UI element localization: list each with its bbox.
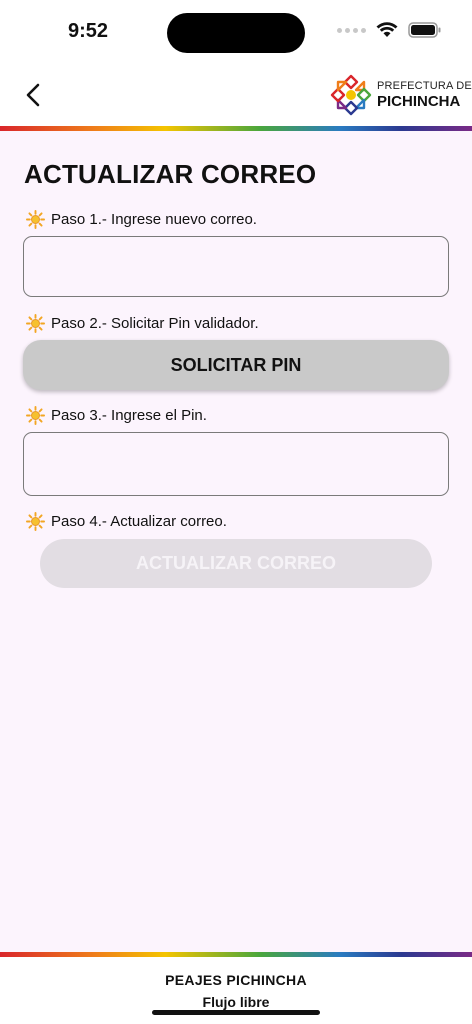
back-button[interactable] <box>18 78 48 112</box>
home-indicator[interactable] <box>152 1010 320 1015</box>
cellular-signal-icon <box>337 27 366 33</box>
step-1-label: Paso 1.- Ingrese nuevo correo. <box>51 211 257 228</box>
sun-icon <box>26 210 45 229</box>
step-4-label: Paso 4.- Actualizar correo. <box>51 513 227 530</box>
chevron-left-icon <box>26 83 40 107</box>
sun-icon <box>26 512 45 531</box>
step-3-label: Paso 3.- Ingrese el Pin. <box>51 407 207 424</box>
wifi-icon <box>376 22 398 38</box>
pin-input[interactable] <box>23 432 449 496</box>
page-title: ACTUALIZAR CORREO <box>24 159 317 189</box>
logo-text: PREFECTURA DE PICHINCHA <box>377 80 472 110</box>
sun-icon <box>26 314 45 333</box>
step-4: Paso 4.- Actualizar correo. <box>26 512 227 531</box>
step-3: Paso 3.- Ingrese el Pin. <box>26 406 207 425</box>
update-email-button[interactable]: ACTUALIZAR CORREO <box>40 539 432 588</box>
dynamic-island <box>167 13 305 53</box>
status-bar: 9:52 <box>0 0 472 64</box>
status-icons <box>337 22 442 38</box>
logo-line2: PICHINCHA <box>377 93 461 110</box>
pichincha-logo-icon <box>330 74 372 116</box>
request-pin-button[interactable]: SOLICITAR PIN <box>23 340 449 390</box>
prefectura-logo: PREFECTURA DE PICHINCHA <box>330 74 472 116</box>
email-input[interactable] <box>23 236 449 297</box>
app-header: PREFECTURA DE PICHINCHA <box>0 64 472 126</box>
footer-title: PEAJES PICHINCHA <box>165 972 307 988</box>
step-1: Paso 1.- Ingrese nuevo correo. <box>26 210 257 229</box>
sun-icon <box>26 406 45 425</box>
logo-line1: PREFECTURA DE <box>377 80 472 92</box>
step-2-label: Paso 2.- Solicitar Pin validador. <box>51 315 259 332</box>
footer-subtitle: Flujo libre <box>202 994 270 1010</box>
status-time: 9:52 <box>68 20 109 42</box>
battery-icon <box>408 22 442 38</box>
step-2: Paso 2.- Solicitar Pin validador. <box>26 314 259 333</box>
main-content: ACTUALIZAR CORREO Paso 1.- Ingrese nuevo… <box>0 131 472 952</box>
